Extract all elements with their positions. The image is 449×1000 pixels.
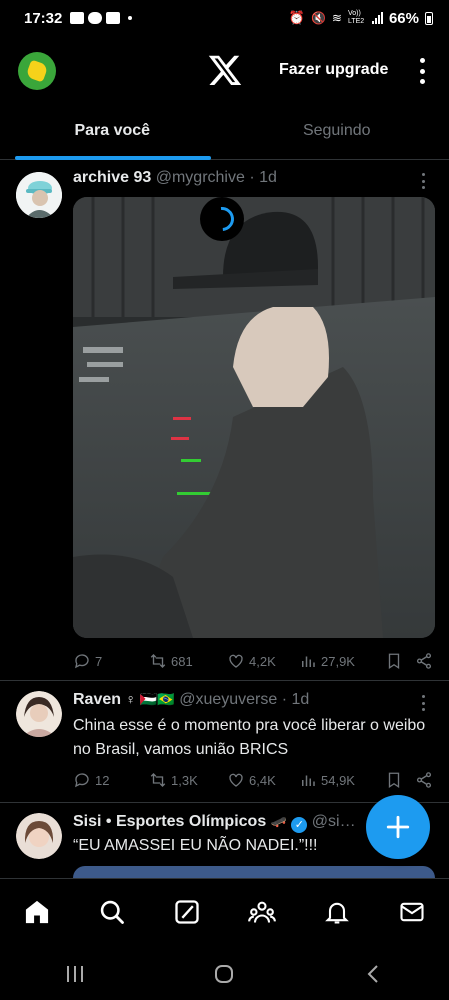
communities-icon[interactable] xyxy=(248,898,276,926)
search-icon[interactable] xyxy=(98,898,126,926)
views-icon xyxy=(302,656,315,667)
tweet-avatar[interactable] xyxy=(16,691,62,737)
tweet-header: Raven ♀ 🇵🇸🇧🇷 @xueyuverse · 1d xyxy=(73,691,309,709)
tweet-avatar[interactable] xyxy=(16,813,62,859)
retweet-count: 1,3K xyxy=(171,772,198,788)
like-button[interactable]: 6,4K xyxy=(227,771,299,789)
loading-spinner-icon xyxy=(200,197,244,241)
share-button[interactable] xyxy=(415,652,433,670)
bookmark-button[interactable] xyxy=(385,652,415,670)
reply-count: 7 xyxy=(95,653,103,669)
compose-tweet-button[interactable] xyxy=(366,795,430,859)
tweet-time: · 1d xyxy=(281,691,310,708)
system-navigation xyxy=(0,948,449,1000)
bookmark-icon xyxy=(388,772,400,789)
bookmark-button[interactable] xyxy=(385,771,415,789)
profile-avatar[interactable] xyxy=(18,52,56,90)
tweet-media-preview[interactable] xyxy=(73,866,435,878)
share-button[interactable] xyxy=(415,771,433,789)
reply-icon xyxy=(75,654,89,669)
battery-icon xyxy=(425,11,433,25)
grok-icon[interactable] xyxy=(173,898,201,926)
recent-apps-icon[interactable] xyxy=(63,962,87,986)
youtube-notification-icon xyxy=(70,12,85,24)
views-button[interactable]: 27,9K xyxy=(299,652,385,670)
tweet-actions: 7 681 4,2K 27,9K xyxy=(73,651,433,671)
bottom-navigation xyxy=(0,878,449,944)
plus-icon xyxy=(386,815,410,839)
like-count: 4,2K xyxy=(249,653,276,669)
views-button[interactable]: 54,9K xyxy=(299,771,385,789)
notifications-icon[interactable] xyxy=(323,898,351,926)
like-button[interactable]: 4,2K xyxy=(227,652,299,670)
tweet-image[interactable] xyxy=(73,197,435,638)
author-name[interactable]: Raven xyxy=(73,691,121,708)
messages-icon[interactable] xyxy=(398,898,426,926)
skateboard-emoji-icon: 🛹 xyxy=(270,814,287,829)
share-icon xyxy=(416,653,432,669)
tweet-header: archive 93 @mygrchive · 1d xyxy=(73,169,277,187)
x-logo-icon xyxy=(208,55,242,85)
tweet-more-icon[interactable] xyxy=(422,695,426,711)
timeline-tabs: Para você Seguindo xyxy=(0,108,449,160)
status-bar: 17:32 ⏰ 🔇 ≋ Vo)) LTE2 66% xyxy=(0,0,449,36)
tweet-actions: 12 1,3K 6,4K 54,9K xyxy=(73,770,433,790)
retweet-button[interactable]: 1,3K xyxy=(149,771,227,789)
reply-button[interactable]: 7 xyxy=(73,652,149,670)
tweet-more-icon[interactable] xyxy=(422,173,426,189)
cloud-notification-icon xyxy=(88,12,103,24)
author-name[interactable]: Sisi • Esportes Olímpicos xyxy=(73,813,266,830)
more-notifications-icon xyxy=(128,16,133,20)
home-button-icon[interactable] xyxy=(212,962,236,986)
top-bar: Fazer upgrade xyxy=(0,44,449,96)
tweet-item[interactable]: Raven ♀ 🇵🇸🇧🇷 @xueyuverse · 1d China esse… xyxy=(0,681,449,803)
network-label: Vo)) LTE2 xyxy=(347,10,365,25)
signal-icon xyxy=(371,12,383,24)
views-count: 27,9K xyxy=(321,653,355,669)
like-count: 6,4K xyxy=(249,772,276,788)
views-icon xyxy=(302,775,315,786)
heart-icon xyxy=(229,773,243,787)
back-icon[interactable] xyxy=(362,962,386,986)
author-handle[interactable]: @si… xyxy=(312,813,356,830)
tab-para-voce[interactable]: Para você xyxy=(0,108,225,160)
tweet-avatar[interactable] xyxy=(16,172,62,218)
status-time: 17:32 xyxy=(24,9,63,27)
more-options-icon[interactable] xyxy=(418,58,426,84)
author-handle[interactable]: @mygrchive xyxy=(156,169,245,186)
retweet-button[interactable]: 681 xyxy=(149,652,227,670)
reply-count: 12 xyxy=(95,772,110,788)
tweet-time: · 1d xyxy=(249,169,277,186)
alarm-icon: ⏰ xyxy=(288,10,305,25)
tweet-text: China esse é o momento pra você liberar … xyxy=(73,717,426,758)
reply-button[interactable]: 12 xyxy=(73,771,149,789)
author-handle[interactable]: @xueyuverse xyxy=(179,691,277,708)
tab-seguindo[interactable]: Seguindo xyxy=(225,108,449,159)
share-icon xyxy=(416,772,432,788)
home-icon[interactable] xyxy=(23,898,51,926)
heart-icon xyxy=(229,654,243,668)
upgrade-button[interactable]: Fazer upgrade xyxy=(279,61,388,79)
retweet-icon xyxy=(150,773,166,787)
wifi-icon: ≋ xyxy=(331,11,342,25)
verified-badge-icon: ✓ xyxy=(291,817,308,833)
retweet-icon xyxy=(150,654,166,668)
reply-icon xyxy=(75,773,89,788)
author-name-suffix: ♀ 🇵🇸🇧🇷 xyxy=(125,691,175,707)
tweet-header: Sisi • Esportes Olímpicos 🛹 ✓ @si… xyxy=(73,813,356,833)
retweet-count: 681 xyxy=(171,653,193,669)
app-notification-icon xyxy=(106,12,121,24)
mute-icon: 🔇 xyxy=(310,11,326,25)
author-name[interactable]: archive 93 xyxy=(73,169,151,186)
views-count: 54,9K xyxy=(321,772,355,788)
battery-percent: 66% xyxy=(388,9,419,27)
bookmark-icon xyxy=(388,653,400,670)
tweet-item[interactable]: archive 93 @mygrchive · 1d 7 681 4,2K 27… xyxy=(0,161,449,681)
